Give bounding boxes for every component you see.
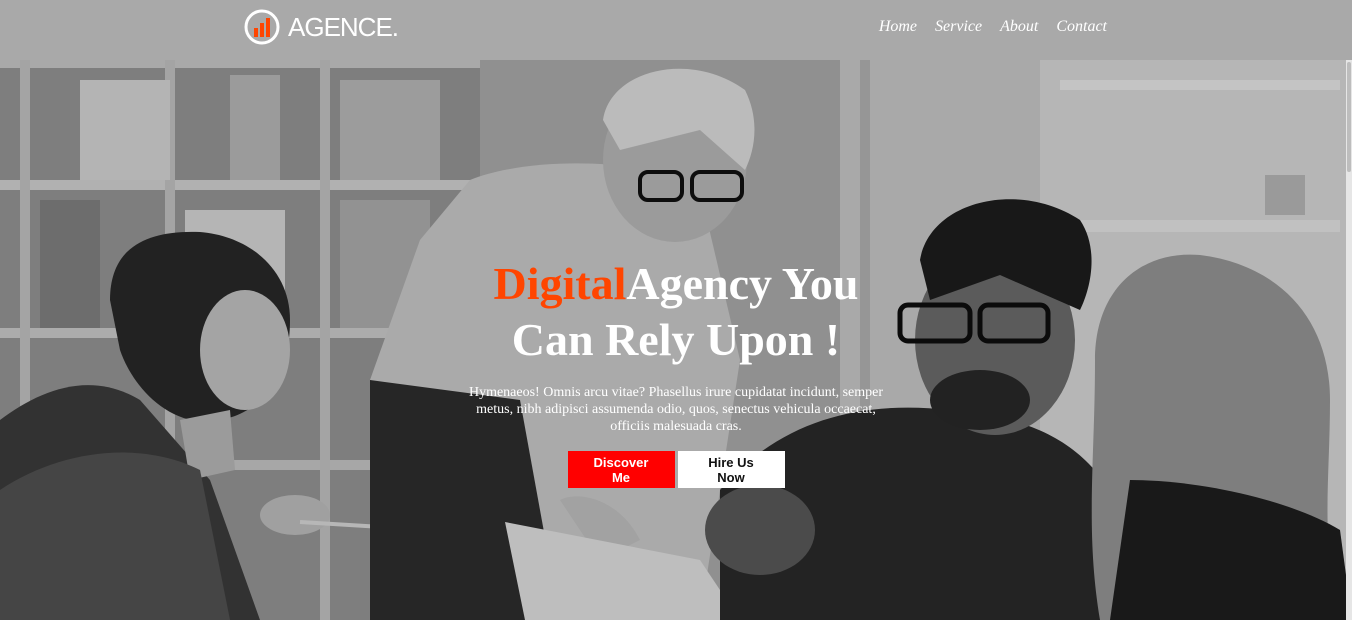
headline-accent-word: Digital bbox=[493, 258, 627, 309]
hero-headline: DigitalAgency You Can Rely Upon ! bbox=[376, 256, 976, 368]
brand-name: AGENCE. bbox=[288, 11, 399, 42]
scrollbar-thumb[interactable] bbox=[1347, 62, 1351, 172]
site-header: AGENCE. Home Service About Contact bbox=[0, 0, 1352, 60]
brand-logo[interactable]: AGENCE. bbox=[244, 9, 399, 45]
main-nav: Home Service About Contact bbox=[861, 18, 1107, 36]
hero-section: DigitalAgency You Can Rely Upon ! Hymena… bbox=[0, 60, 1352, 620]
headline-line-1: Agency You bbox=[626, 258, 859, 309]
nav-service[interactable]: Service bbox=[935, 18, 982, 36]
headline-line-2: Can Rely Upon ! bbox=[511, 314, 841, 365]
hero-description: Hymenaeos! Omnis arcu vitae? Phasellus i… bbox=[468, 385, 884, 434]
nav-home[interactable]: Home bbox=[879, 18, 917, 36]
page-scrollbar[interactable] bbox=[1346, 60, 1352, 620]
hire-us-now-button[interactable]: Hire Us Now bbox=[677, 451, 785, 488]
hero-actions: Discover Me Hire Us Now bbox=[376, 451, 976, 488]
hero-content: DigitalAgency You Can Rely Upon ! Hymena… bbox=[376, 256, 976, 488]
nav-contact[interactable]: Contact bbox=[1056, 18, 1107, 36]
discover-me-button[interactable]: Discover Me bbox=[567, 451, 675, 488]
nav-about[interactable]: About bbox=[1000, 18, 1038, 36]
logo-icon bbox=[244, 9, 280, 45]
